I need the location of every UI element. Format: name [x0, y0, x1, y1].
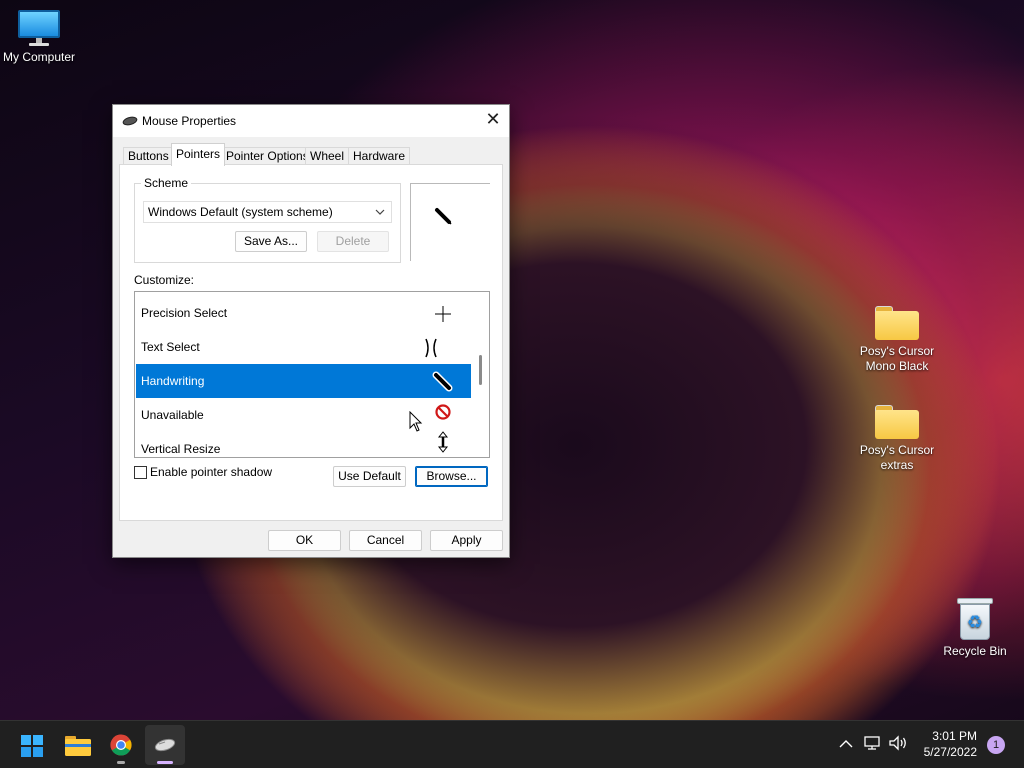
list-item-vertical-resize[interactable]: Vertical Resize [136, 431, 471, 457]
desktop-icon-label: Posy's Cursor extras [859, 443, 935, 472]
scheme-group-label: Scheme [141, 176, 192, 190]
cursor-preview [410, 183, 490, 261]
list-scrollbar[interactable] [472, 292, 489, 457]
scrollbar-thumb[interactable] [479, 355, 482, 385]
monitor-icon [18, 10, 60, 46]
list-item-label: Text Select [141, 340, 200, 354]
customize-label: Customize: [134, 273, 195, 287]
taskbar-mouse-properties[interactable] [145, 725, 185, 765]
desktop-icon-posy-mono-black[interactable]: Posy's Cursor Mono Black [855, 306, 939, 374]
network-icon[interactable] [864, 735, 882, 751]
file-explorer-icon [65, 736, 91, 756]
enable-pointer-shadow-label[interactable]: Enable pointer shadow [150, 465, 272, 479]
scheme-select[interactable]: Windows Default (system scheme) [143, 201, 392, 223]
list-item-label: Vertical Resize [141, 442, 221, 456]
desktop-icon-label: My Computer [2, 50, 76, 64]
list-item-handwriting[interactable]: Handwriting [136, 364, 471, 398]
mouse-properties-icon [154, 738, 176, 752]
title-bar[interactable]: Mouse Properties ✕ [113, 105, 509, 137]
list-item-label: Handwriting [141, 374, 205, 388]
list-item-label: Precision Select [141, 306, 228, 320]
clock-date[interactable]: 5/27/2022 [914, 744, 977, 760]
start-button[interactable] [12, 725, 52, 765]
crosshair-icon [435, 306, 451, 322]
cursor-list[interactable]: Precision Select Text Select Handwriting [134, 291, 490, 458]
use-default-button[interactable]: Use Default [333, 466, 406, 487]
tab-pointers[interactable]: Pointers [171, 143, 226, 166]
mouse-icon [122, 116, 138, 126]
scheme-select-value: Windows Default (system scheme) [148, 205, 333, 219]
desktop-icon-my-computer[interactable]: My Computer [0, 10, 81, 65]
ok-button[interactable]: OK [268, 530, 341, 551]
desktop-icon-recycle-bin[interactable]: ♻ Recycle Bin [933, 598, 1017, 659]
taskbar: 3:01 PM 5/27/2022 [0, 720, 1024, 768]
folder-icon [875, 306, 919, 340]
dialog-title: Mouse Properties [142, 114, 237, 128]
mouse-cursor-icon [409, 411, 423, 432]
pen-icon [432, 371, 453, 392]
apply-button[interactable]: Apply [430, 530, 503, 551]
start-icon [21, 735, 43, 757]
enable-pointer-shadow-checkbox[interactable] [134, 466, 147, 479]
pen-icon [435, 208, 452, 225]
save-as-button[interactable]: Save As... [235, 231, 307, 252]
browse-button[interactable]: Browse... [415, 466, 488, 487]
vertical-resize-icon [437, 431, 449, 453]
chrome-icon [110, 734, 132, 756]
unavailable-icon [435, 404, 451, 420]
chevron-down-icon [375, 202, 385, 230]
desktop-icon-label: Posy's Cursor Mono Black [859, 344, 935, 373]
notification-badge[interactable]: 1 [987, 736, 1005, 754]
volume-icon[interactable] [888, 735, 908, 751]
desktop-icon-label: Recycle Bin [943, 644, 1007, 658]
delete-button[interactable]: Delete [317, 231, 389, 252]
show-hidden-icons-chevron-up-icon[interactable] [839, 739, 853, 749]
text-select-icon [425, 338, 437, 358]
clock-time[interactable]: 3:01 PM [914, 728, 977, 744]
mouse-properties-dialog: Mouse Properties ✕ Buttons Pointers Poin… [112, 104, 510, 558]
folder-icon [875, 405, 919, 439]
running-indicator [117, 761, 125, 764]
taskbar-chrome[interactable] [101, 725, 141, 765]
recycle-bin-icon: ♻ [957, 598, 993, 640]
close-icon: ✕ [485, 109, 501, 129]
list-item-precision-select[interactable]: Precision Select [136, 296, 471, 330]
desktop-icon-posy-extras[interactable]: Posy's Cursor extras [855, 405, 939, 473]
taskbar-file-explorer[interactable] [57, 725, 97, 765]
scheme-group: Scheme Windows Default (system scheme) S… [134, 176, 401, 263]
close-button[interactable]: ✕ [477, 105, 509, 133]
list-item-label: Unavailable [141, 408, 204, 422]
list-item-text-select[interactable]: Text Select [136, 330, 471, 364]
cancel-button[interactable]: Cancel [349, 530, 422, 551]
active-indicator [157, 761, 173, 764]
pointers-panel: Scheme Windows Default (system scheme) S… [119, 164, 503, 521]
